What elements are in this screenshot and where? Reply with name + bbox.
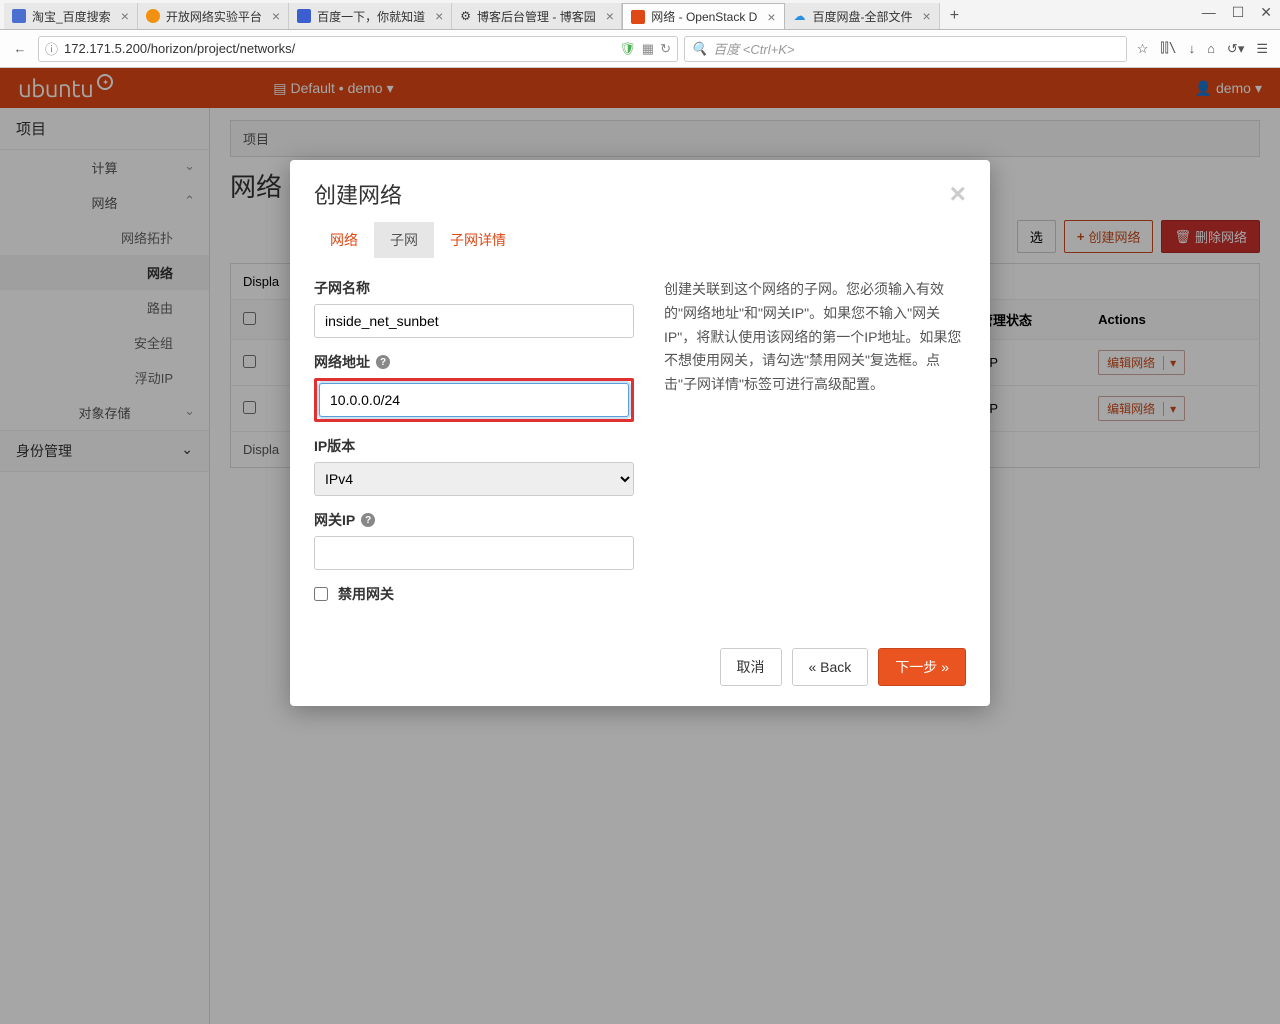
browser-tab[interactable]: 百度一下，你就知道 × [289, 3, 452, 29]
search-icon: 🔍 [691, 41, 707, 57]
tab-title: 开放网络实验平台 [166, 8, 262, 25]
tab-close-icon[interactable]: × [435, 8, 443, 24]
create-network-modal: 创建网络 × 网络 子网 子网详情 子网名称 网络地址? [290, 160, 990, 706]
label-gateway-ip: 网关IP? [314, 510, 634, 530]
close-icon[interactable]: × [950, 178, 966, 210]
tab-subnet-detail[interactable]: 子网详情 [434, 222, 522, 258]
disable-gateway-checkbox[interactable] [314, 587, 328, 601]
favicon-icon [297, 9, 311, 23]
field-ip-version: IP版本 IPv4 [314, 436, 634, 496]
download-icon[interactable]: ↓ [1189, 41, 1196, 56]
form-column: 子网名称 网络地址? IP版本 IPv4 网关IP? [314, 278, 634, 604]
menu-icon[interactable]: ☰ [1256, 41, 1268, 57]
tab-subnet[interactable]: 子网 [374, 222, 434, 258]
browser-toolbar: ☆ ⫿⫿\ ↓ ⌂ ↺▾ ☰ [1133, 41, 1272, 57]
browser-tab-strip: 淘宝_百度搜索 × 开放网络实验平台 × 百度一下，你就知道 × ⚙ 博客后台管理 - … [0, 0, 1280, 30]
field-gateway-ip: 网关IP? [314, 510, 634, 570]
tab-title: 百度网盘-全部文件 [813, 8, 913, 25]
gateway-ip-input[interactable] [314, 536, 634, 570]
shield-icon[interactable]: 🛡 [619, 41, 636, 57]
tab-close-icon[interactable]: × [272, 8, 280, 24]
url-text: 172.171.5.200/horizon/project/networks/ [64, 41, 619, 56]
tab-close-icon[interactable]: × [606, 8, 614, 24]
tab-title: 淘宝_百度搜索 [32, 8, 111, 25]
back-button[interactable]: « Back [792, 648, 869, 686]
close-window-icon[interactable]: ✕ [1260, 4, 1272, 21]
favicon-icon [12, 9, 26, 23]
new-tab-button[interactable]: + [940, 3, 969, 29]
label-text: 网关IP [314, 510, 355, 530]
back-button[interactable]: ← [8, 37, 32, 61]
favicon-icon [146, 9, 160, 23]
tab-title: 百度一下，你就知道 [317, 8, 425, 25]
modal-header: 创建网络 × [290, 160, 990, 222]
help-icon[interactable]: ? [376, 355, 390, 369]
field-network-address: 网络地址? [314, 352, 634, 422]
modal-body: 子网名称 网络地址? IP版本 IPv4 网关IP? [290, 258, 990, 634]
modal-title: 创建网络 [314, 178, 402, 210]
highlight-box [314, 378, 634, 422]
tab-close-icon[interactable]: × [121, 8, 129, 24]
minimize-icon[interactable]: — [1202, 4, 1216, 21]
help-icon[interactable]: ? [361, 513, 375, 527]
ip-version-select[interactable]: IPv4 [314, 462, 634, 496]
window-controls: — ☐ ✕ [1202, 4, 1272, 21]
library-icon[interactable]: ⫿⫿\ [1160, 41, 1176, 56]
browser-tab[interactable]: 开放网络实验平台 × [138, 3, 289, 29]
browser-tab-active[interactable]: 网络 - OpenStack D × [622, 3, 784, 29]
qr-icon[interactable]: ▦ [642, 41, 654, 57]
search-placeholder: 百度 <Ctrl+K> [713, 39, 794, 58]
cancel-button[interactable]: 取消 [720, 648, 782, 686]
label-disable-gateway: 禁用网关 [338, 584, 394, 604]
browser-tab[interactable]: ⚙ 博客后台管理 - 博客园 × [452, 3, 622, 29]
reload-icon[interactable]: ↻ [660, 41, 671, 57]
home-icon[interactable]: ⌂ [1207, 41, 1215, 56]
history-icon[interactable]: ↺▾ [1227, 41, 1244, 57]
network-address-input[interactable] [319, 383, 629, 417]
help-column: 创建关联到这个网络的子网。您必须输入有效的"网络地址"和"网关IP"。如果您不输… [664, 278, 966, 604]
tab-title: 博客后台管理 - 博客园 [477, 8, 596, 25]
field-disable-gateway: 禁用网关 [314, 584, 634, 604]
star-icon[interactable]: ☆ [1137, 41, 1149, 57]
favicon-icon: ☁ [793, 9, 807, 23]
favicon-icon [631, 10, 645, 24]
next-button[interactable]: 下一步 » [878, 648, 966, 686]
info-icon[interactable]: ⓘ [45, 39, 58, 58]
label-ip-version: IP版本 [314, 436, 634, 456]
tab-close-icon[interactable]: × [923, 8, 931, 24]
url-bar[interactable]: ⓘ 172.171.5.200/horizon/project/networks… [38, 36, 678, 62]
browser-tab[interactable]: ☁ 百度网盘-全部文件 × [785, 3, 940, 29]
browser-nav-bar: ← ⓘ 172.171.5.200/horizon/project/networ… [0, 30, 1280, 68]
tab-close-icon[interactable]: × [767, 9, 775, 25]
favicon-icon: ⚙ [460, 9, 471, 23]
subnet-name-input[interactable] [314, 304, 634, 338]
field-subnet-name: 子网名称 [314, 278, 634, 338]
browser-search-bar[interactable]: 🔍 百度 <Ctrl+K> [684, 36, 1127, 62]
label-subnet-name: 子网名称 [314, 278, 634, 298]
label-text: 网络地址 [314, 352, 370, 372]
label-network-address: 网络地址? [314, 352, 634, 372]
browser-window: — ☐ ✕ 淘宝_百度搜索 × 开放网络实验平台 × 百度一下，你就知道 × ⚙ 博客后… [0, 0, 1280, 1024]
tab-title: 网络 - OpenStack D [651, 8, 757, 25]
page-viewport: ubuntu✦ ▤ Default • demo ▾ 👤 demo ▾ 项目 计… [0, 68, 1280, 1024]
browser-tab[interactable]: 淘宝_百度搜索 × [4, 3, 138, 29]
tab-network[interactable]: 网络 [314, 222, 374, 258]
maximize-icon[interactable]: ☐ [1232, 4, 1245, 21]
modal-footer: 取消 « Back 下一步 » [290, 634, 990, 706]
modal-tabs: 网络 子网 子网详情 [290, 222, 990, 258]
